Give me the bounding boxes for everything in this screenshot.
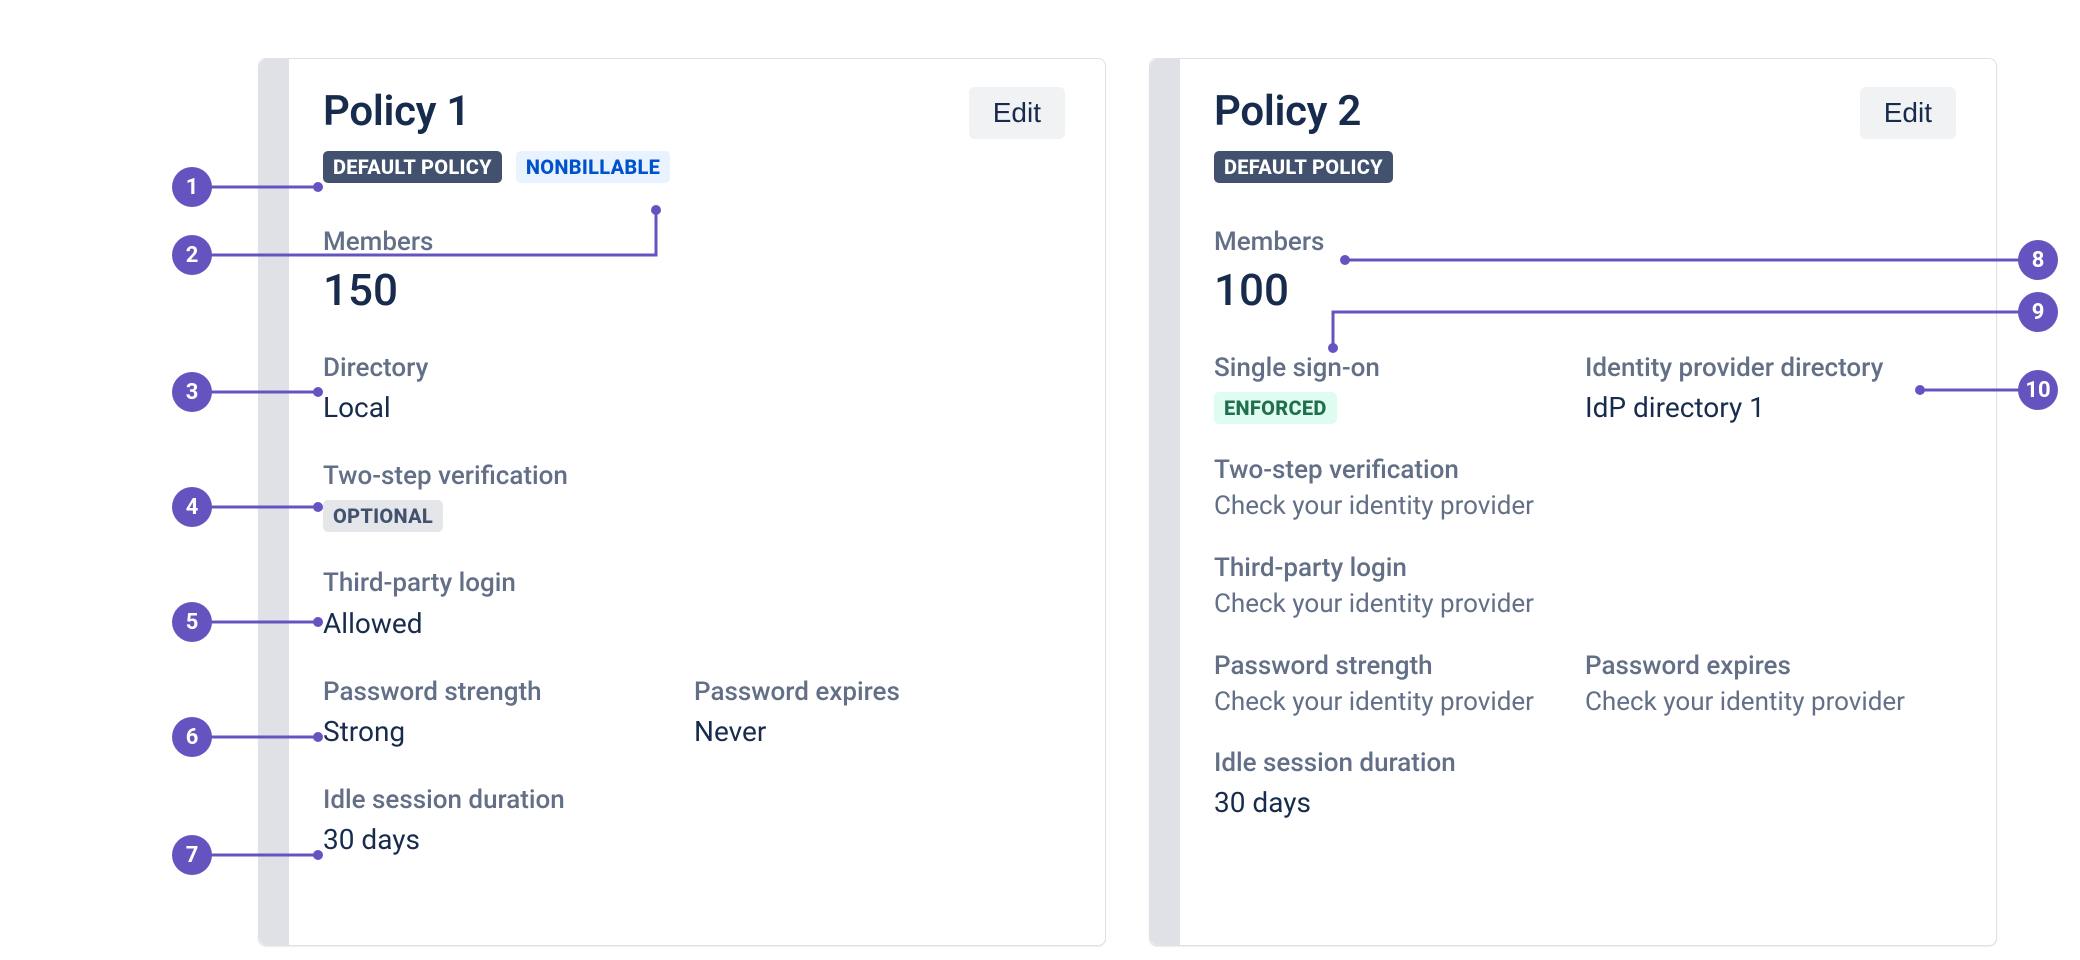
policy-title: Policy 2 (1214, 87, 1361, 136)
policy-card-1: Policy 1 Edit DEFAULT POLICY NONBILLABLE… (258, 58, 1106, 946)
thirdparty-value: Check your identity provider (1214, 588, 1956, 621)
thirdparty-label: Third-party login (1214, 553, 1956, 584)
idle-session-label: Idle session duration (1214, 748, 1956, 779)
annotation-marker-6: 6 (172, 717, 212, 757)
thirdparty-label: Third-party login (323, 568, 1065, 599)
password-strength-value: Strong (323, 714, 694, 749)
thirdparty-value: Allowed (323, 606, 1065, 641)
directory-value: Local (323, 390, 1065, 425)
password-expires-value: Never (694, 714, 1065, 749)
card-accent (259, 59, 289, 945)
idle-session-value: 30 days (323, 822, 1065, 857)
password-strength-value: Check your identity provider (1214, 686, 1585, 719)
password-expires-label: Password expires (694, 677, 1065, 708)
annotation-marker-1: 1 (172, 167, 212, 207)
annotation-marker-10: 10 (2018, 370, 2058, 410)
password-expires-value: Check your identity provider (1585, 686, 1956, 719)
annotation-marker-5: 5 (172, 602, 212, 642)
members-value: 150 (323, 264, 1065, 317)
edit-button[interactable]: Edit (1860, 87, 1956, 139)
sso-badge: ENFORCED (1214, 392, 1337, 424)
members-label: Members (323, 227, 1065, 258)
password-expires-label: Password expires (1585, 651, 1956, 682)
members-label: Members (1214, 227, 1956, 258)
edit-button[interactable]: Edit (969, 87, 1065, 139)
annotation-marker-8: 8 (2018, 240, 2058, 280)
policy-title: Policy 1 (323, 87, 470, 136)
idle-session-label: Idle session duration (323, 785, 1065, 816)
annotation-marker-9: 9 (2018, 292, 2058, 332)
twostep-label: Two-step verification (323, 461, 1065, 492)
password-strength-label: Password strength (1214, 651, 1585, 682)
members-value: 100 (1214, 264, 1956, 317)
annotation-marker-2: 2 (172, 235, 212, 275)
policy-card-2: Policy 2 Edit DEFAULT POLICY Members 100… (1149, 58, 1997, 946)
annotation-marker-4: 4 (172, 487, 212, 527)
nonbillable-badge: NONBILLABLE (516, 151, 670, 183)
password-strength-label: Password strength (323, 677, 694, 708)
sso-label: Single sign-on (1214, 353, 1585, 384)
twostep-value: Check your identity provider (1214, 490, 1956, 523)
annotation-marker-7: 7 (172, 835, 212, 875)
card-accent (1150, 59, 1180, 945)
idle-session-value: 30 days (1214, 785, 1956, 820)
default-policy-badge: DEFAULT POLICY (1214, 151, 1393, 183)
twostep-badge: OPTIONAL (323, 500, 443, 532)
idp-directory-label: Identity provider directory (1585, 353, 1956, 384)
idp-directory-value: IdP directory 1 (1585, 390, 1956, 425)
directory-label: Directory (323, 353, 1065, 384)
annotation-marker-3: 3 (172, 372, 212, 412)
default-policy-badge: DEFAULT POLICY (323, 151, 502, 183)
twostep-label: Two-step verification (1214, 455, 1956, 486)
